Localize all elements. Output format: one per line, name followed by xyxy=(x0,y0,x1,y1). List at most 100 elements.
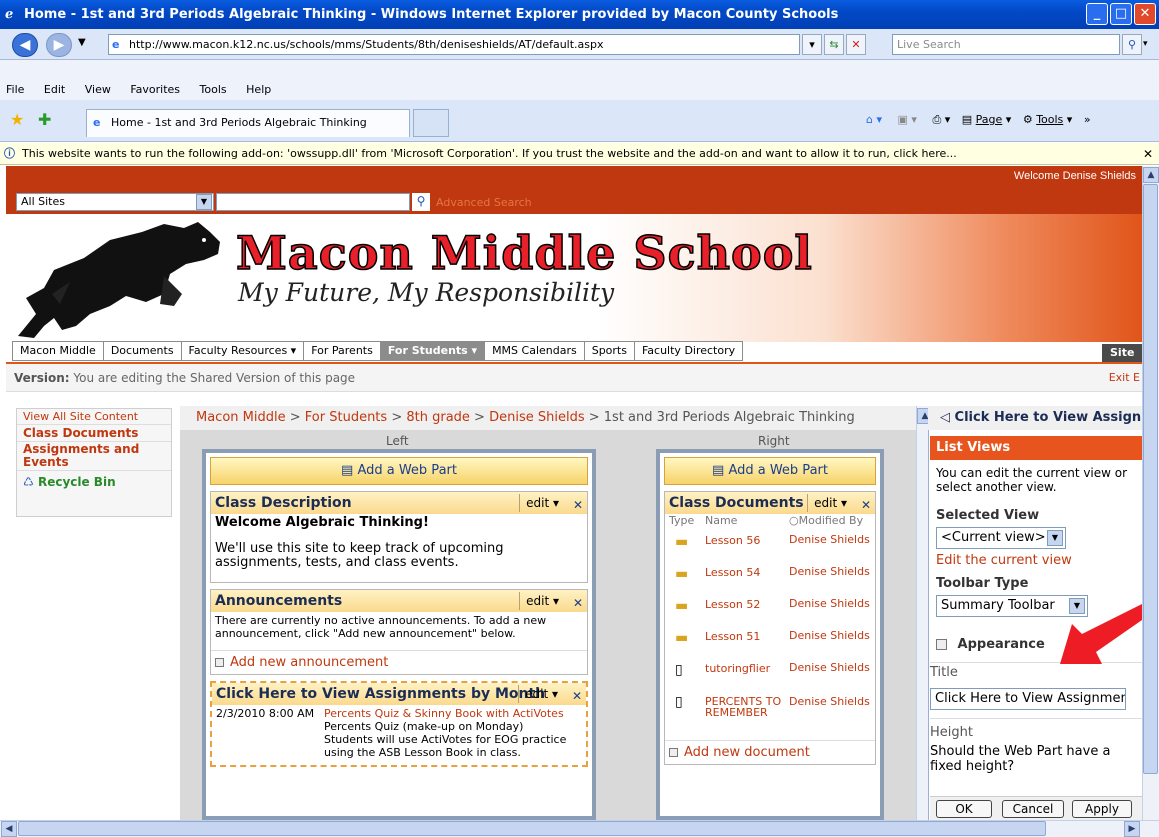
back-button[interactable]: ◀ xyxy=(12,33,38,57)
modified-by-link[interactable]: Denise Shields xyxy=(789,566,875,598)
welcome-menu[interactable]: Welcome Denise Shields xyxy=(1014,170,1136,182)
crumb-8th-grade[interactable]: 8th grade xyxy=(406,410,470,425)
modified-by-link[interactable]: Denise Shields xyxy=(789,694,875,740)
site-search-input[interactable] xyxy=(216,193,410,211)
modified-by-link[interactable]: Denise Shields xyxy=(789,662,875,694)
document-name-link[interactable]: Lesson 52 xyxy=(705,598,789,630)
nav-sports[interactable]: Sports xyxy=(584,341,635,361)
table-row[interactable]: ▬ Lesson 54 Denise Shields xyxy=(665,566,875,598)
scroll-up-icon[interactable]: ▲ xyxy=(1143,167,1159,183)
menu-favorites[interactable]: Favorites xyxy=(130,83,180,96)
selected-view-select[interactable]: <Current view> ▼ xyxy=(936,527,1066,549)
edit-menu-button[interactable]: edit ▾ xyxy=(519,592,565,610)
document-name-link[interactable]: Lesson 54 xyxy=(705,566,789,598)
crumb-for-students[interactable]: For Students xyxy=(305,410,387,425)
event-title-link[interactable]: Percents Quiz & Skinny Book with ActiVot… xyxy=(324,707,590,720)
col-modified-by[interactable]: ○Modified By xyxy=(789,514,875,534)
nav-macon-middle[interactable]: Macon Middle xyxy=(12,341,104,361)
search-go-icon[interactable]: ⚲ xyxy=(412,193,430,211)
advanced-search-link[interactable]: Advanced Search xyxy=(436,196,532,209)
recycle-bin-link[interactable]: ♺ Recycle Bin xyxy=(17,471,171,493)
menu-help[interactable]: Help xyxy=(246,83,271,96)
menu-view[interactable]: View xyxy=(85,83,111,96)
search-options-dropdown[interactable]: ▾ xyxy=(1143,39,1148,49)
modified-by-link[interactable]: Denise Shields xyxy=(789,598,875,630)
add-web-part-button[interactable]: ▤ Add a Web Part xyxy=(664,457,876,485)
table-row[interactable]: ▬ Lesson 56 Denise Shields xyxy=(665,534,875,566)
address-input[interactable]: e http://www.macon.k12.nc.us/schools/mms… xyxy=(108,34,800,55)
table-row[interactable]: ▬ Lesson 51 Denise Shields xyxy=(665,630,875,662)
nav-mms-calendars[interactable]: MMS Calendars xyxy=(485,341,585,361)
add-new-document-link[interactable]: Add new document xyxy=(665,740,875,764)
edit-menu-button[interactable]: edit ▾ xyxy=(807,494,853,512)
scroll-left-icon[interactable]: ◀ xyxy=(1,821,17,837)
chevron-more-icon[interactable]: » xyxy=(1084,113,1091,126)
quicklaunch-assignments[interactable]: Assignments and Events xyxy=(17,442,171,471)
scroll-right-icon[interactable]: ▶ xyxy=(1124,821,1140,837)
menu-file[interactable]: File xyxy=(6,83,24,96)
tools-menu[interactable]: ⚙ Tools ▾ xyxy=(1023,113,1073,126)
modified-by-link[interactable]: Denise Shields xyxy=(789,630,875,662)
edit-menu-button[interactable]: edit ▾ xyxy=(518,685,564,703)
site-actions-button[interactable]: Site A xyxy=(1102,344,1142,377)
table-row[interactable]: ▯ tutoringflier Denise Shields xyxy=(665,662,875,694)
edit-menu-button[interactable]: edit ▾ xyxy=(519,494,565,512)
add-new-announcement-link[interactable]: Add new announcement xyxy=(211,650,587,674)
close-icon[interactable]: ✕ xyxy=(573,494,583,516)
tab-home[interactable]: e Home - 1st and 3rd Periods Algebraic T… xyxy=(86,109,410,137)
print-icon[interactable]: ⎙ ▾ xyxy=(932,113,950,126)
cancel-button[interactable]: Cancel xyxy=(1002,800,1064,818)
chevron-down-icon[interactable]: ▼ xyxy=(196,194,212,210)
title-input[interactable]: Click Here to View Assignmen xyxy=(930,688,1126,710)
forward-button[interactable]: ▶ xyxy=(46,33,72,57)
address-dropdown[interactable]: ▾ xyxy=(802,34,822,55)
live-search-input[interactable]: Live Search xyxy=(892,34,1120,55)
search-icon[interactable]: ⚲ xyxy=(1122,34,1142,55)
table-row[interactable]: ▬ Lesson 52 Denise Shields xyxy=(665,598,875,630)
information-bar[interactable]: ⓘ This website wants to run the followin… xyxy=(0,143,1159,165)
page-menu[interactable]: ▤ Page ▾ xyxy=(962,113,1012,126)
favorites-star-icon[interactable]: ★ xyxy=(10,110,24,129)
menu-edit[interactable]: Edit xyxy=(44,83,65,96)
recent-pages-dropdown[interactable]: ▼ xyxy=(78,37,86,48)
close-icon[interactable]: ✕ xyxy=(861,494,871,516)
nav-for-parents[interactable]: For Parents xyxy=(304,341,381,361)
apply-button[interactable]: Apply xyxy=(1072,800,1132,818)
stop-icon[interactable]: ✕ xyxy=(846,34,866,55)
document-name-link[interactable]: Lesson 56 xyxy=(705,534,789,566)
refresh-icon[interactable]: ⇆ xyxy=(824,34,844,55)
quicklaunch-class-documents[interactable]: Class Documents xyxy=(17,425,171,442)
toolpane-scrollbar[interactable]: ▲ xyxy=(916,406,933,820)
menu-tools[interactable]: Tools xyxy=(200,83,227,96)
crumb-denise-shields[interactable]: Denise Shields xyxy=(489,410,585,425)
vertical-scroll-thumb[interactable] xyxy=(1143,184,1158,774)
minimize-button[interactable]: _ xyxy=(1086,3,1108,25)
toolpane-header[interactable]: ◁ Click Here to View Assignm xyxy=(928,406,1142,430)
maximize-button[interactable]: □ xyxy=(1110,3,1132,25)
edit-current-view-link[interactable]: Edit the current view xyxy=(930,553,1142,568)
col-name[interactable]: Name xyxy=(705,514,789,534)
view-all-content-link[interactable]: View All Site Content xyxy=(17,409,171,425)
add-favorites-icon[interactable]: ✚ xyxy=(38,110,51,129)
document-name-link[interactable]: tutoringflier xyxy=(705,662,789,694)
feeds-icon[interactable]: ▣ ▾ xyxy=(898,113,917,126)
search-scope-select[interactable]: All Sites xyxy=(16,193,214,211)
close-icon[interactable]: ✕ xyxy=(572,685,582,707)
close-icon[interactable]: ✕ xyxy=(573,592,583,614)
nav-faculty-resources[interactable]: Faculty Resources ▾ xyxy=(181,341,305,361)
new-tab-button[interactable] xyxy=(413,109,449,137)
close-icon[interactable]: ✕ xyxy=(1143,143,1153,164)
document-name-link[interactable]: Lesson 51 xyxy=(705,630,789,662)
nav-documents[interactable]: Documents xyxy=(103,341,182,361)
add-web-part-button[interactable]: ▤ Add a Web Part xyxy=(210,457,588,485)
col-type[interactable]: Type xyxy=(665,514,705,534)
horizontal-scroll-thumb[interactable] xyxy=(18,821,1046,836)
crumb-macon-middle[interactable]: Macon Middle xyxy=(196,410,286,425)
home-icon[interactable]: ⌂ ▾ xyxy=(866,113,882,126)
table-row[interactable]: ▯ PERCENTS TO REMEMBER Denise Shields xyxy=(665,694,875,740)
modified-by-link[interactable]: Denise Shields xyxy=(789,534,875,566)
document-name-link[interactable]: PERCENTS TO REMEMBER xyxy=(705,694,789,740)
exit-edit-link[interactable]: Exit E xyxy=(1109,364,1140,392)
nav-for-students[interactable]: For Students ▾ xyxy=(380,341,486,361)
ok-button[interactable]: OK xyxy=(936,800,992,818)
